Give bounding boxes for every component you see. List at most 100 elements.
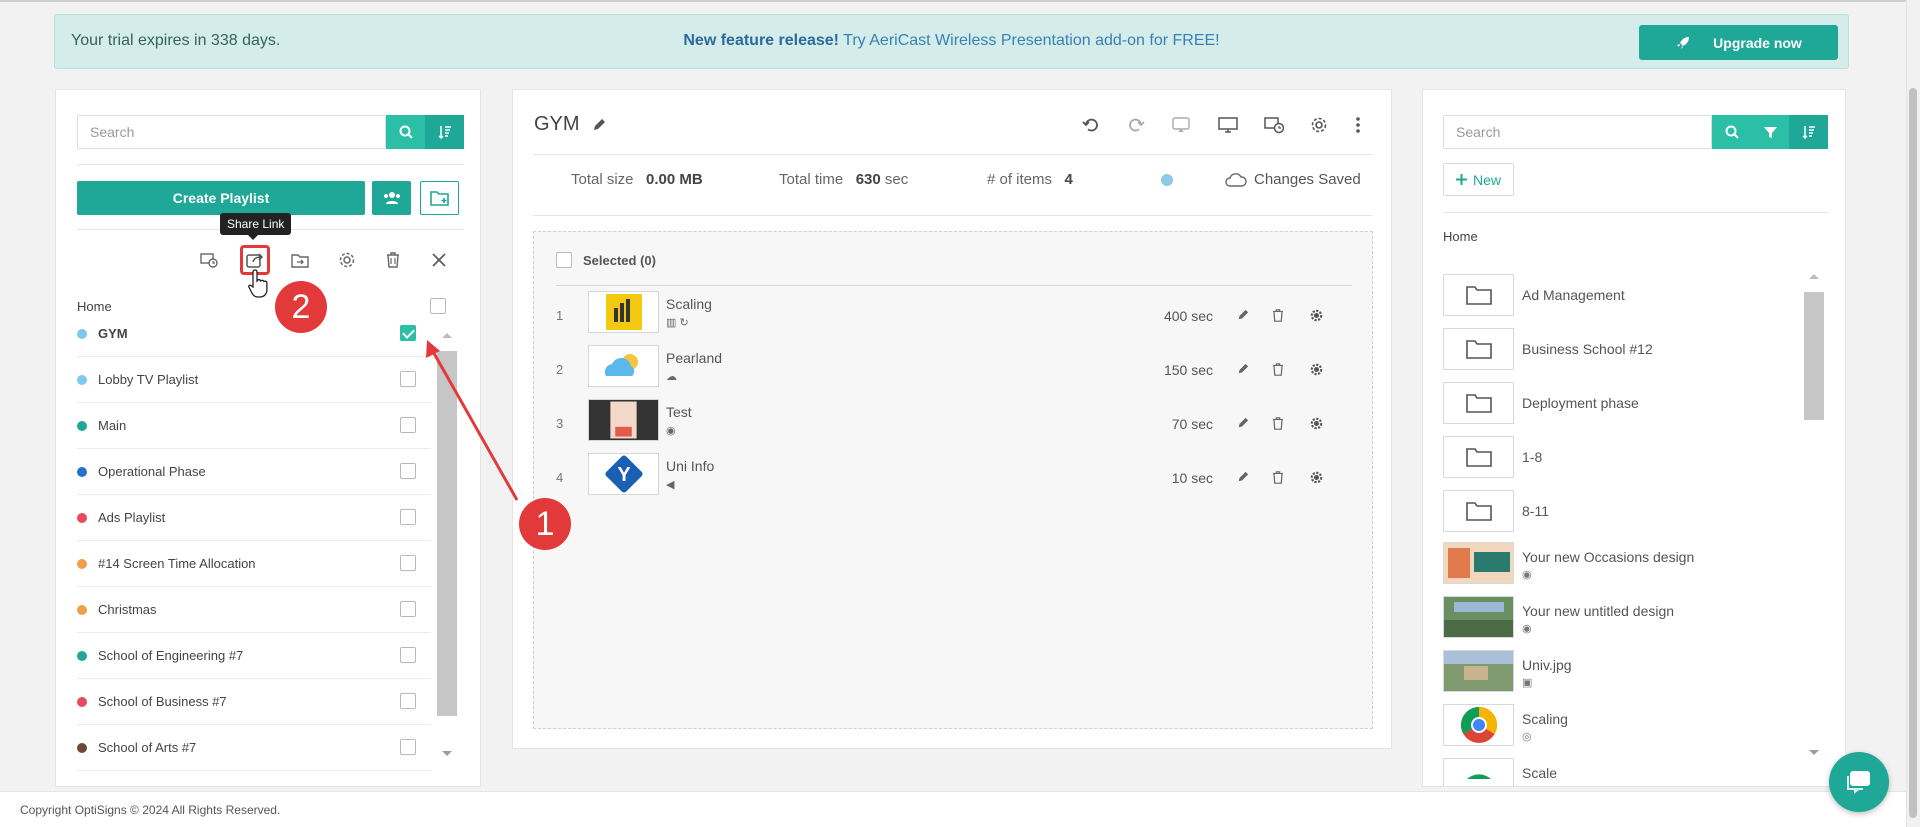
- folder-item[interactable]: Ad Management: [1443, 274, 1788, 324]
- playlist-checkbox[interactable]: [400, 371, 416, 387]
- playlist-checkbox[interactable]: [400, 647, 416, 663]
- playlist-checkbox[interactable]: [400, 463, 416, 479]
- playlist-list-item[interactable]: School of Engineering #7: [77, 633, 431, 679]
- asset-item[interactable]: Scale ◎: [1443, 758, 1788, 786]
- playlist-list-item[interactable]: School of Arts #7: [77, 725, 431, 771]
- pencil-icon[interactable]: [592, 118, 606, 132]
- asset-item[interactable]: Scaling ◎: [1443, 704, 1788, 754]
- asset-search-input[interactable]: [1444, 116, 1711, 148]
- playlist-name: #14 Screen Time Allocation: [98, 556, 256, 571]
- delete-button[interactable]: [380, 247, 406, 273]
- folder-item[interactable]: Deployment phase: [1443, 382, 1788, 432]
- create-playlist-button[interactable]: Create Playlist: [77, 181, 365, 215]
- gear-icon[interactable]: [1308, 469, 1324, 485]
- trash-icon[interactable]: [1270, 307, 1286, 323]
- playlist-checkbox[interactable]: [400, 739, 416, 755]
- asset-search-button[interactable]: [1712, 115, 1751, 149]
- asset-sort-button[interactable]: [1789, 115, 1828, 149]
- playlist-list-item[interactable]: Ads Playlist: [77, 495, 431, 541]
- gear-icon[interactable]: [1308, 307, 1324, 323]
- playlist-color-dot: [77, 605, 87, 615]
- cast-button[interactable]: [1167, 111, 1195, 139]
- edit-duration-icon[interactable]: [1235, 307, 1251, 323]
- cloud-check-icon: [1225, 172, 1247, 187]
- playlist-checkbox[interactable]: [400, 509, 416, 525]
- select-all-items-checkbox[interactable]: [556, 252, 572, 268]
- new-asset-button[interactable]: New: [1443, 163, 1514, 196]
- new-folder-button[interactable]: [420, 181, 459, 215]
- asset-scrollbar[interactable]: [1804, 274, 1824, 755]
- playlist-checkbox[interactable]: [400, 325, 416, 341]
- playlist-item-row[interactable]: 1 Scaling ▥ ↻ 400 sec: [552, 288, 1352, 340]
- playlist-scrollbar[interactable]: [437, 333, 457, 756]
- filter-button[interactable]: [1751, 115, 1789, 149]
- asset-search-field[interactable]: [1443, 115, 1712, 149]
- edit-duration-icon[interactable]: [1235, 415, 1251, 431]
- folder-item[interactable]: 8-11: [1443, 490, 1788, 540]
- playlist-search-input[interactable]: [78, 116, 385, 148]
- item-duration[interactable]: 150 sec: [1164, 362, 1213, 378]
- page-scroll-thumb[interactable]: [1909, 88, 1917, 818]
- gear-icon[interactable]: [1308, 415, 1324, 431]
- gear-icon[interactable]: [1308, 361, 1324, 377]
- close-button[interactable]: [426, 247, 452, 273]
- trash-icon[interactable]: [1270, 415, 1286, 431]
- scroll-thumb[interactable]: [1804, 292, 1824, 420]
- playlist-list-item[interactable]: GYM: [77, 311, 431, 357]
- playlist-settings-button[interactable]: [334, 247, 360, 273]
- playlist-list-item[interactable]: Lobby TV Playlist: [77, 357, 431, 403]
- sort-button[interactable]: [425, 115, 464, 149]
- playlist-checkbox[interactable]: [400, 693, 416, 709]
- playlist-list-item[interactable]: School of Business #7: [77, 679, 431, 725]
- folder-icon: [1465, 286, 1492, 305]
- scroll-up-icon[interactable]: [1809, 274, 1819, 279]
- asset-item[interactable]: Your new untitled design ◉: [1443, 596, 1788, 646]
- more-options-button[interactable]: [1344, 111, 1372, 139]
- playlist-checkbox[interactable]: [400, 417, 416, 433]
- playlist-item-row[interactable]: 4 Y Uni Info ◀ 10 sec: [552, 450, 1352, 502]
- preview-button[interactable]: [1214, 111, 1242, 139]
- undo-button[interactable]: [1077, 111, 1105, 139]
- playlist-items-area[interactable]: Selected (0) 1 Scaling ▥ ↻ 400 sec 2 Pearland…: [533, 231, 1373, 729]
- playlist-list-item[interactable]: Christmas: [77, 587, 431, 633]
- scroll-thumb[interactable]: [437, 351, 457, 716]
- playlist-item-row[interactable]: 3 Test ◉ 70 sec: [552, 396, 1352, 448]
- playlist-search-field[interactable]: [77, 115, 386, 149]
- edit-duration-icon[interactable]: [1235, 361, 1251, 377]
- page-scrollbar[interactable]: [1906, 0, 1920, 827]
- promo-link[interactable]: Try AeriCast Wireless Presentation add-o…: [843, 32, 1219, 49]
- playlist-list-item[interactable]: Main: [77, 403, 431, 449]
- playlist-list-item[interactable]: #14 Screen Time Allocation: [77, 541, 431, 587]
- item-duration[interactable]: 10 sec: [1172, 470, 1213, 486]
- playlist-list-item[interactable]: Operational Phase: [77, 449, 431, 495]
- asset-item[interactable]: Univ.jpg ▣: [1443, 650, 1788, 700]
- redo-button[interactable]: [1122, 111, 1150, 139]
- upgrade-now-button[interactable]: Upgrade now: [1639, 25, 1838, 60]
- asset-breadcrumb-home[interactable]: Home: [1443, 229, 1478, 244]
- schedule-button[interactable]: [1260, 111, 1288, 139]
- scroll-down-icon[interactable]: [1809, 750, 1819, 755]
- playlist-name: School of Arts #7: [98, 740, 197, 755]
- scroll-down-icon[interactable]: [442, 751, 452, 756]
- select-all-checkbox[interactable]: [430, 298, 446, 314]
- scroll-up-icon[interactable]: [442, 333, 452, 338]
- group-button[interactable]: [372, 181, 411, 215]
- folder-item[interactable]: 1-8: [1443, 436, 1788, 486]
- move-to-folder-button[interactable]: [287, 247, 313, 273]
- search-button[interactable]: [386, 115, 425, 149]
- edit-duration-icon[interactable]: [1235, 469, 1251, 485]
- status-dot: [1161, 174, 1173, 186]
- playlist-color-dot: [77, 421, 87, 431]
- folder-item[interactable]: Business School #12: [1443, 328, 1788, 378]
- item-duration[interactable]: 70 sec: [1172, 416, 1213, 432]
- editor-settings-button[interactable]: [1305, 111, 1333, 139]
- schedule-screen-button[interactable]: [196, 247, 222, 273]
- trash-icon[interactable]: [1270, 469, 1286, 485]
- chat-button[interactable]: [1829, 752, 1889, 812]
- playlist-item-row[interactable]: 2 Pearland ☁ 150 sec: [552, 342, 1352, 394]
- asset-item[interactable]: Your new Occasions design ◉: [1443, 542, 1788, 592]
- playlist-checkbox[interactable]: [400, 555, 416, 571]
- playlist-checkbox[interactable]: [400, 601, 416, 617]
- item-duration[interactable]: 400 sec: [1164, 308, 1213, 324]
- trash-icon[interactable]: [1270, 361, 1286, 377]
